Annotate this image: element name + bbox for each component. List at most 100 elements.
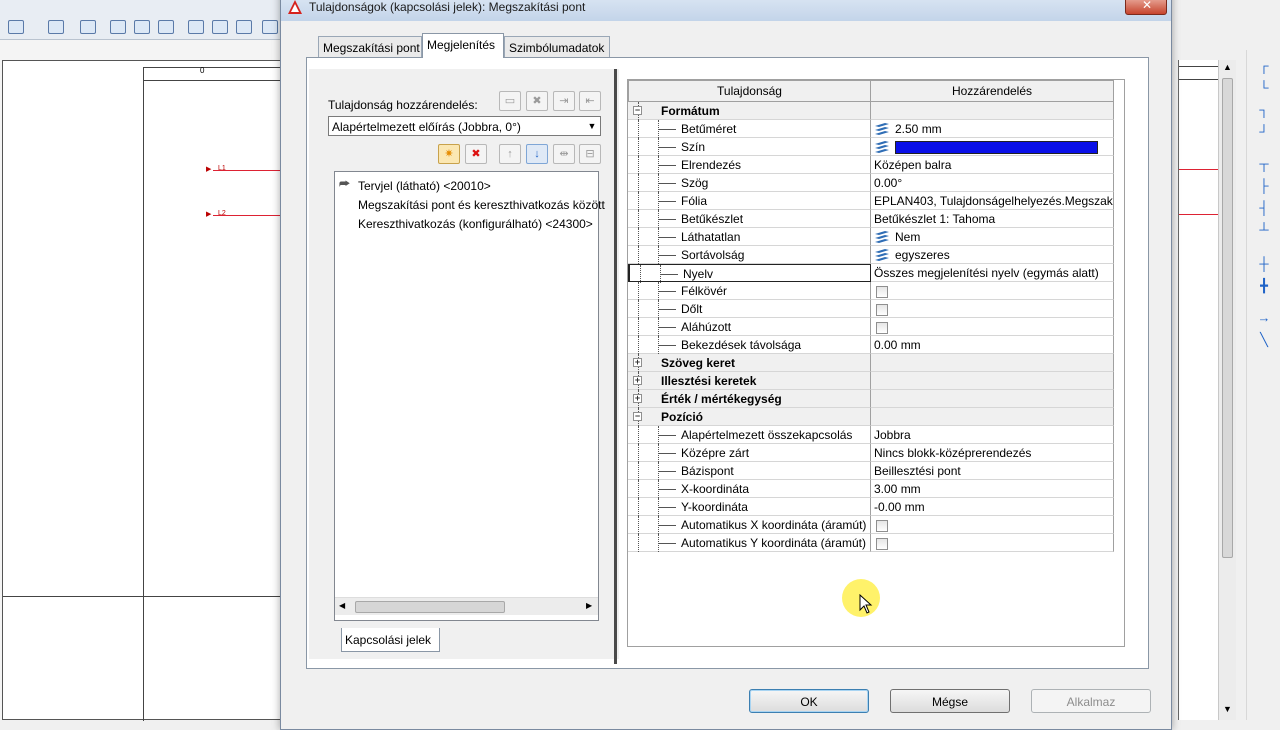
grid-row[interactable]: Bekezdések távolsága 0.00 mm xyxy=(628,336,1114,354)
scrollbar-thumb[interactable] xyxy=(1222,78,1233,558)
corner-top-left-icon[interactable]: ┌ xyxy=(1255,58,1273,74)
checkbox[interactable] xyxy=(876,538,888,550)
toolbar-icon[interactable] xyxy=(48,20,64,34)
toolbar-icon[interactable] xyxy=(236,20,252,34)
scroll-left-icon[interactable]: ◀ xyxy=(339,601,345,610)
toolbar-icon[interactable] xyxy=(80,20,96,34)
grid-row[interactable]: Automatikus Y koordináta (áramút) xyxy=(628,534,1114,552)
grid-row[interactable]: Szín xyxy=(628,138,1114,156)
corner-top-right-icon[interactable]: ┐ xyxy=(1255,102,1273,118)
toolbar-icon[interactable] xyxy=(188,20,204,34)
list-item[interactable]: Megszakítási pont és kereszthivatkozás k… xyxy=(358,198,605,212)
cross-node-icon[interactable]: ┼ xyxy=(1255,256,1273,272)
expand-icon[interactable]: + xyxy=(633,376,642,385)
grid-value-cell[interactable] xyxy=(871,372,1114,390)
scroll-right-icon[interactable]: ▶ xyxy=(586,601,592,610)
vertical-scrollbar[interactable]: ▲ ▼ xyxy=(1218,60,1236,720)
grid-row[interactable]: Automatikus X koordináta (áramút) xyxy=(628,516,1114,534)
grid-row[interactable]: Dőlt xyxy=(628,300,1114,318)
grid-row[interactable]: Aláhúzott xyxy=(628,318,1114,336)
expand-icon[interactable]: + xyxy=(633,394,642,403)
pane-splitter[interactable] xyxy=(614,69,617,664)
right-schematic-sheet[interactable] xyxy=(1178,60,1219,720)
grid-value-cell[interactable]: Nem xyxy=(871,228,1114,246)
interruption-arrow-icon[interactable]: ▶ xyxy=(206,210,211,218)
grid-value-cell[interactable]: Betűkészlet 1: Tahoma xyxy=(871,210,1114,228)
grid-group-row[interactable]: + Illesztési keretek xyxy=(628,372,1114,390)
property-list[interactable]: ⮫ Tervjel (látható) <20010> Megszakítási… xyxy=(334,171,605,621)
grid-value-cell[interactable]: -0.00 mm xyxy=(871,498,1114,516)
list-item[interactable]: Tervjel (látható) <20010> xyxy=(358,179,491,193)
grid-value-cell[interactable] xyxy=(871,534,1114,552)
grid-row[interactable]: Betűméret 2.50 mm xyxy=(628,120,1114,138)
grid-value-cell[interactable] xyxy=(871,408,1114,426)
layer-icon[interactable] xyxy=(874,248,890,261)
t-node-icon[interactable]: ┤ xyxy=(1255,200,1273,216)
corner-bottom-left-icon[interactable]: └ xyxy=(1255,80,1273,96)
toolbar-icon[interactable] xyxy=(262,20,278,34)
layer-icon[interactable] xyxy=(874,140,890,153)
cancel-button[interactable]: Mégse xyxy=(890,689,1010,713)
grid-value-cell[interactable]: 3.00 mm xyxy=(871,480,1114,498)
grid-value-cell[interactable] xyxy=(871,516,1114,534)
grid-group-row[interactable]: + Érték / mértékegység xyxy=(628,390,1114,408)
grid-row[interactable]: Bázispont Beillesztési pont xyxy=(628,462,1114,480)
new-property-button[interactable]: ✷ xyxy=(438,144,460,164)
grid-value-cell[interactable]: Összes megjelenítési nyelv (egymás alatt… xyxy=(871,264,1114,282)
scroll-up-icon[interactable]: ▲ xyxy=(1223,62,1232,72)
grid-row[interactable]: X-koordináta 3.00 mm xyxy=(628,480,1114,498)
checkbox[interactable] xyxy=(876,304,888,316)
delete-property-button[interactable]: ✖ xyxy=(465,144,487,164)
expand-icon[interactable]: + xyxy=(633,358,642,367)
interruption-icon[interactable]: → xyxy=(1255,310,1273,326)
collapse-icon[interactable]: − xyxy=(633,106,642,115)
toolbar-icon[interactable] xyxy=(212,20,228,34)
tab-megjelenites[interactable]: Megjelenítés xyxy=(422,33,504,58)
grid-value-cell[interactable] xyxy=(871,354,1114,372)
schematic-sheet[interactable]: 0 ▶ ▶ L1 L2 xyxy=(2,60,291,721)
column-header-assignment[interactable]: Hozzárendelés xyxy=(870,80,1114,102)
apply-button[interactable]: Alkalmaz xyxy=(1031,689,1151,713)
move-up-button[interactable]: ↑ xyxy=(499,144,521,164)
grid-value-cell[interactable]: 0.00° xyxy=(871,174,1114,192)
grid-value-cell[interactable]: 0.00 mm xyxy=(871,336,1114,354)
list-item[interactable]: Kereszthivatkozás (konfigurálható) <2430… xyxy=(358,217,593,231)
move-down-button[interactable]: ↓ xyxy=(526,144,548,164)
grid-value-cell[interactable]: Nincs blokk-középrerendezés xyxy=(871,444,1114,462)
grid-value-cell[interactable]: 2.50 mm xyxy=(871,120,1114,138)
grid-value-cell[interactable] xyxy=(871,318,1114,336)
tab-szimbolumadatok[interactable]: Szimbólumadatok xyxy=(504,36,610,58)
t-node-icon[interactable]: ┬ xyxy=(1255,156,1273,172)
delete-scheme-button[interactable]: ✖ xyxy=(526,91,548,111)
close-button[interactable]: ✕ xyxy=(1125,0,1167,15)
grid-group-row[interactable]: + Szöveg keret xyxy=(628,354,1114,372)
checkbox[interactable] xyxy=(876,520,888,532)
grid-value-cell[interactable]: Beillesztési pont xyxy=(871,462,1114,480)
horizontal-scrollbar[interactable]: ◀ ▶ xyxy=(335,597,598,615)
export-scheme-button[interactable]: ⇤ xyxy=(579,91,601,111)
layer-icon[interactable] xyxy=(874,122,890,135)
grid-row[interactable]: Y-koordináta -0.00 mm xyxy=(628,498,1114,516)
scrollbar-thumb[interactable] xyxy=(355,601,505,613)
toolbar-icon[interactable] xyxy=(158,20,174,34)
t-node-icon[interactable]: ┴ xyxy=(1255,222,1273,238)
toolbar-icon[interactable] xyxy=(8,20,24,34)
grid-row[interactable]: Szög 0.00° xyxy=(628,174,1114,192)
scroll-down-icon[interactable]: ▼ xyxy=(1223,704,1232,714)
grid-value-cell[interactable]: egyszeres xyxy=(871,246,1114,264)
grid-row[interactable]: Elrendezés Középen balra xyxy=(628,156,1114,174)
grid-value-cell[interactable] xyxy=(871,102,1114,120)
dialog-titlebar[interactable]: Tulajdonságok (kapcsolási jelek): Megsza… xyxy=(281,0,1171,21)
grid-group-row[interactable]: − Pozíció xyxy=(628,408,1114,426)
t-node-icon[interactable]: ├ xyxy=(1255,178,1273,194)
toolbar-icon[interactable] xyxy=(134,20,150,34)
grid-row[interactable]: Félkövér xyxy=(628,282,1114,300)
checkbox[interactable] xyxy=(876,322,888,334)
interruption-arrow-icon[interactable]: ▶ xyxy=(206,165,211,173)
split-button[interactable]: ⇹ xyxy=(553,144,575,164)
import-scheme-button[interactable]: ⇥ xyxy=(553,91,575,111)
grid-value-cell[interactable]: EPLAN403, Tulajdonságelhelyezés.Megszakí… xyxy=(871,192,1114,210)
corner-bottom-right-icon[interactable]: ┘ xyxy=(1255,124,1273,140)
grid-row[interactable]: Nyelv Összes megjelenítési nyelv (egymás … xyxy=(628,264,1114,283)
tab-kapcsolasi-jelek[interactable]: Kapcsolási jelek xyxy=(341,628,440,652)
